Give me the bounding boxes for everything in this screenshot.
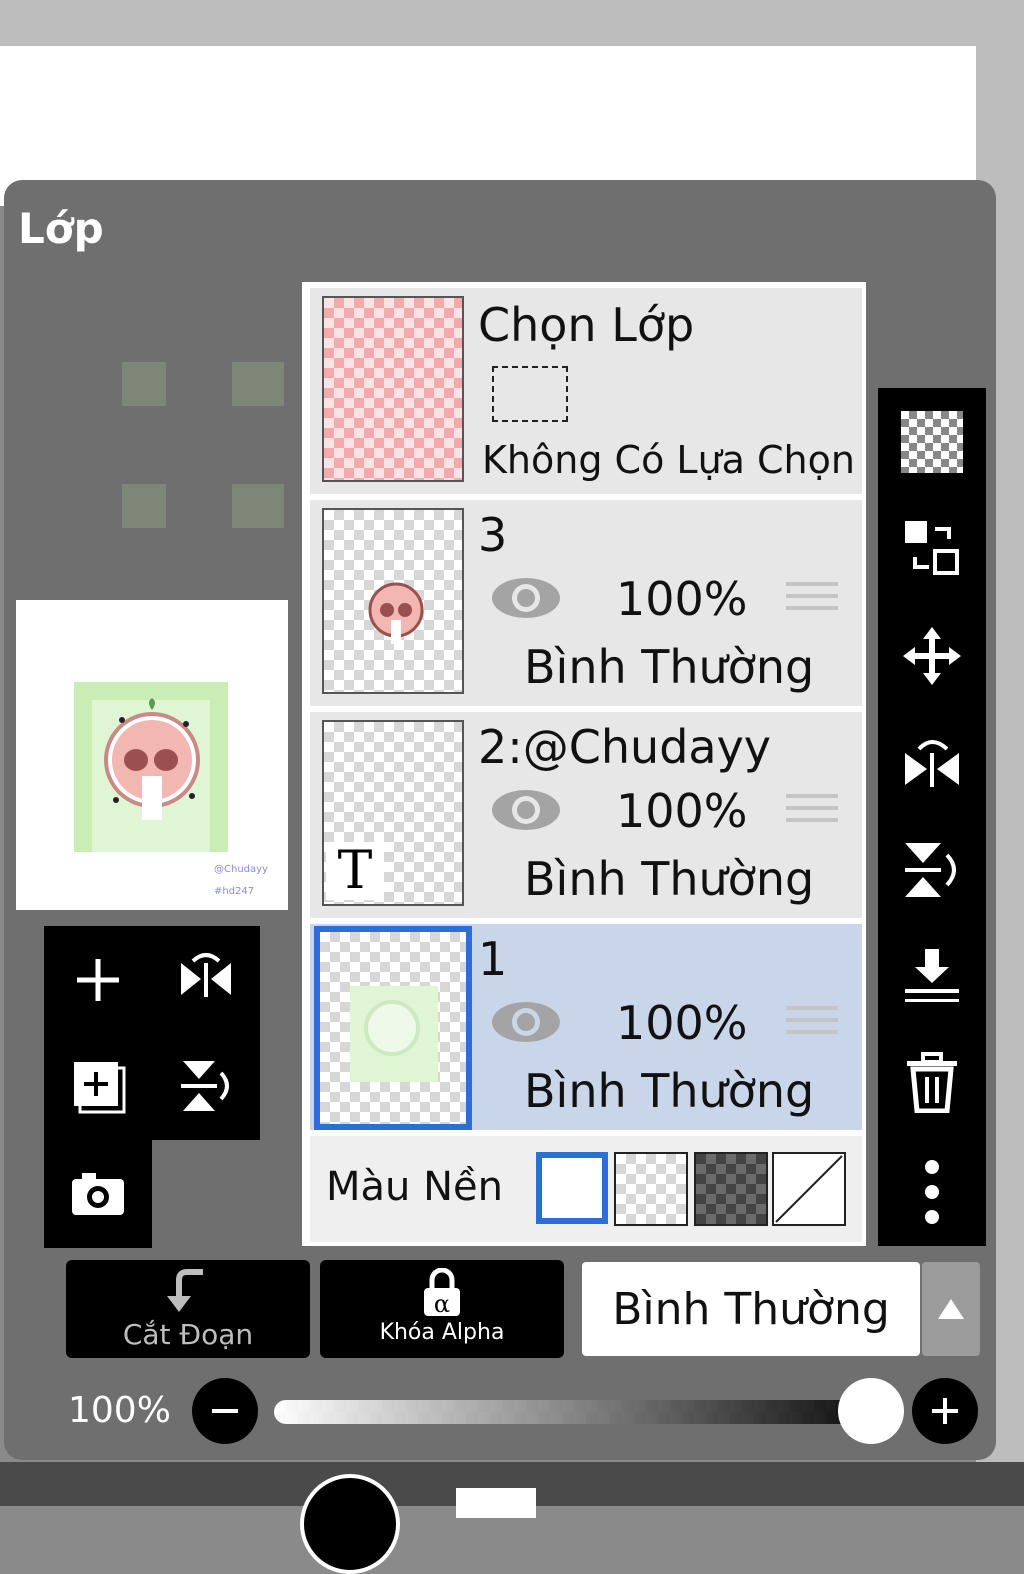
alpha-lock-button[interactable]: α Khóa Alpha [320, 1260, 564, 1358]
background-none-swatch[interactable] [772, 1152, 846, 1226]
clipping-label: Cắt Đoạn [122, 1318, 254, 1351]
right-toolbar [878, 388, 986, 1246]
layer-list: Chọn Lớp Không Có Lựa Chọn 3 100% Bình T… [302, 282, 866, 1246]
canvas-top-bar [0, 0, 1024, 46]
drag-handle-icon[interactable] [786, 794, 838, 838]
clip-arrow-icon [167, 1269, 203, 1312]
bottom-dock [0, 1462, 1024, 1574]
opacity-decrease-button[interactable] [192, 1378, 258, 1444]
selection-row[interactable]: Chọn Lớp Không Có Lựa Chọn [310, 288, 862, 494]
merge-down-icon[interactable] [898, 942, 966, 1010]
color-picker-swatch[interactable] [300, 1474, 400, 1574]
alpha-lock-icon: α [424, 1267, 460, 1318]
preview-watermark-tag: #hd247 [214, 886, 255, 897]
blend-mode-select[interactable]: Bình Thường [582, 1262, 920, 1356]
background-row: Màu Nền [310, 1136, 862, 1242]
move-icon[interactable] [898, 622, 966, 690]
layer-name: 1 [478, 932, 508, 986]
visibility-eye-icon[interactable] [490, 576, 562, 620]
opacity-slider[interactable] [274, 1400, 874, 1424]
background-dark-checker-swatch[interactable] [694, 1152, 768, 1226]
layer-opacity: 100% [616, 784, 748, 838]
selection-title: Chọn Lớp [478, 298, 695, 352]
layer-name: 3 [478, 508, 508, 562]
visibility-eye-icon[interactable] [490, 788, 562, 832]
selection-thumbnail [322, 296, 464, 482]
flip-vertical-icon[interactable] [898, 836, 966, 904]
canvas-ghost [122, 362, 166, 406]
layer-blend-mode: Bình Thường [524, 1064, 815, 1118]
layer-thumbnail: T [322, 720, 464, 906]
layer-thumbnail [322, 508, 464, 694]
transparency-icon[interactable] [898, 408, 966, 476]
camera-icon[interactable] [64, 1160, 132, 1228]
visibility-eye-icon[interactable] [490, 1000, 562, 1044]
layer-name: 2:@Chudayy [478, 720, 772, 774]
add-copy-layer-icon[interactable] [64, 1052, 132, 1120]
add-layer-icon[interactable] [64, 946, 132, 1014]
selection-status: Không Có Lựa Chọn [482, 438, 855, 482]
layer-row-selected[interactable]: 1 100% Bình Thường [310, 924, 862, 1130]
canvas-preview[interactable]: @Chudayy #hd247 [16, 600, 288, 910]
flip-horizontal-icon[interactable] [172, 946, 240, 1014]
layer-row[interactable]: T 2:@Chudayy 100% Bình Thường [310, 712, 862, 918]
opacity-label: 100% [68, 1390, 171, 1431]
swap-layers-icon[interactable] [898, 514, 966, 582]
minus-icon [212, 1409, 238, 1413]
layer-opacity: 100% [616, 996, 748, 1050]
preview-watermark: @Chudayy [214, 864, 268, 875]
trash-icon[interactable] [898, 1048, 966, 1116]
more-icon[interactable] [898, 1158, 966, 1226]
svg-text:α: α [434, 1290, 450, 1318]
triangle-up-icon [938, 1299, 964, 1319]
background-label: Màu Nền [326, 1164, 503, 1210]
background-white-swatch[interactable] [536, 1152, 608, 1224]
canvas-ghost [122, 484, 166, 528]
canvas-ghost [232, 362, 284, 406]
clipping-button[interactable]: Cắt Đoạn [66, 1260, 310, 1358]
layer-blend-mode: Bình Thường [524, 640, 815, 694]
flip-vertical-icon[interactable] [172, 1052, 240, 1120]
secondary-tool-swatch[interactable] [456, 1488, 536, 1518]
layer-opacity: 100% [616, 572, 748, 626]
blend-mode-dropdown-button[interactable] [922, 1262, 980, 1356]
canvas-ghost [232, 484, 284, 528]
text-layer-icon: T [326, 842, 384, 900]
drag-handle-icon[interactable] [786, 1006, 838, 1050]
selection-marquee-icon [492, 366, 568, 422]
panel-title: Lớp [18, 204, 104, 253]
alpha-lock-label: Khóa Alpha [379, 1320, 505, 1345]
layer-thumbnail [314, 926, 472, 1130]
background-checker-swatch[interactable] [614, 1152, 688, 1226]
opacity-increase-button[interactable] [912, 1378, 978, 1444]
plus-icon [932, 1398, 958, 1424]
opacity-slider-handle[interactable] [838, 1378, 904, 1444]
layer-row[interactable]: 3 100% Bình Thường [310, 500, 862, 706]
drag-handle-icon[interactable] [786, 582, 838, 626]
flip-horizontal-icon[interactable] [898, 728, 966, 796]
layer-blend-mode: Bình Thường [524, 852, 815, 906]
